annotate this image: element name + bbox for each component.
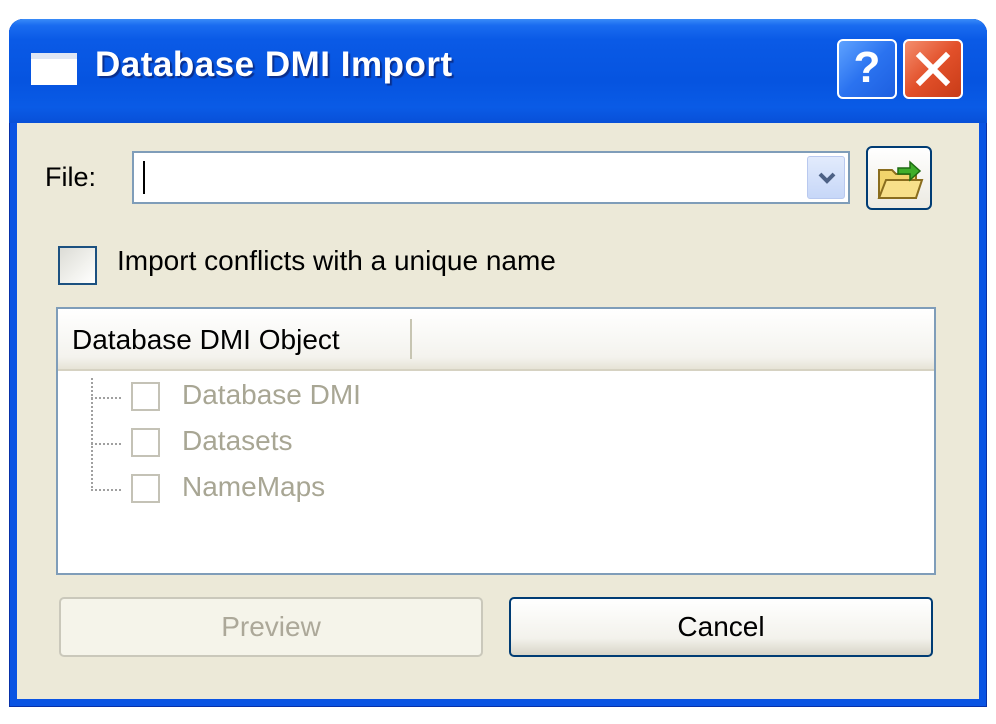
column-divider[interactable]: [410, 319, 412, 359]
file-combo-box[interactable]: [132, 151, 850, 204]
cancel-button[interactable]: Cancel: [509, 597, 933, 657]
file-label: File:: [45, 162, 97, 192]
browse-button[interactable]: [866, 146, 932, 210]
window-icon: [31, 53, 77, 85]
close-x-icon: [915, 51, 951, 87]
tree-item-label: Database DMI: [182, 379, 361, 410]
object-tree[interactable]: Database DMI Object Database DMI Dataset…: [56, 307, 936, 575]
window-title: Database DMI Import: [95, 45, 453, 84]
tree-branch-line: [91, 489, 121, 491]
unique-name-checkbox[interactable]: [58, 246, 97, 285]
preview-button[interactable]: Preview: [59, 597, 483, 657]
unique-name-label[interactable]: Import conflicts with a unique name: [117, 245, 556, 277]
title-bar[interactable]: Database DMI Import ?: [9, 19, 987, 123]
tree-item-datasets[interactable]: Datasets: [58, 421, 658, 465]
column-header-label: Database DMI Object: [72, 324, 340, 355]
help-button[interactable]: ?: [837, 39, 897, 99]
tree-item-database-dmi[interactable]: Database DMI: [58, 375, 658, 419]
tree-item-namemaps[interactable]: NameMaps: [58, 467, 658, 511]
close-button[interactable]: [903, 39, 963, 99]
tree-branch-line: [91, 443, 121, 445]
tree-item-label: Datasets: [182, 425, 293, 456]
tree-item-checkbox[interactable]: [131, 382, 160, 411]
tree-column-header[interactable]: Database DMI Object: [58, 309, 934, 371]
text-cursor: [143, 161, 145, 194]
tree-branch-line: [91, 397, 121, 399]
file-dropdown-button[interactable]: [807, 156, 845, 199]
tree-item-checkbox[interactable]: [131, 474, 160, 503]
open-folder-icon: [877, 160, 924, 199]
chevron-down-icon: [818, 172, 836, 184]
tree-item-checkbox[interactable]: [131, 428, 160, 457]
tree-item-label: NameMaps: [182, 471, 326, 502]
